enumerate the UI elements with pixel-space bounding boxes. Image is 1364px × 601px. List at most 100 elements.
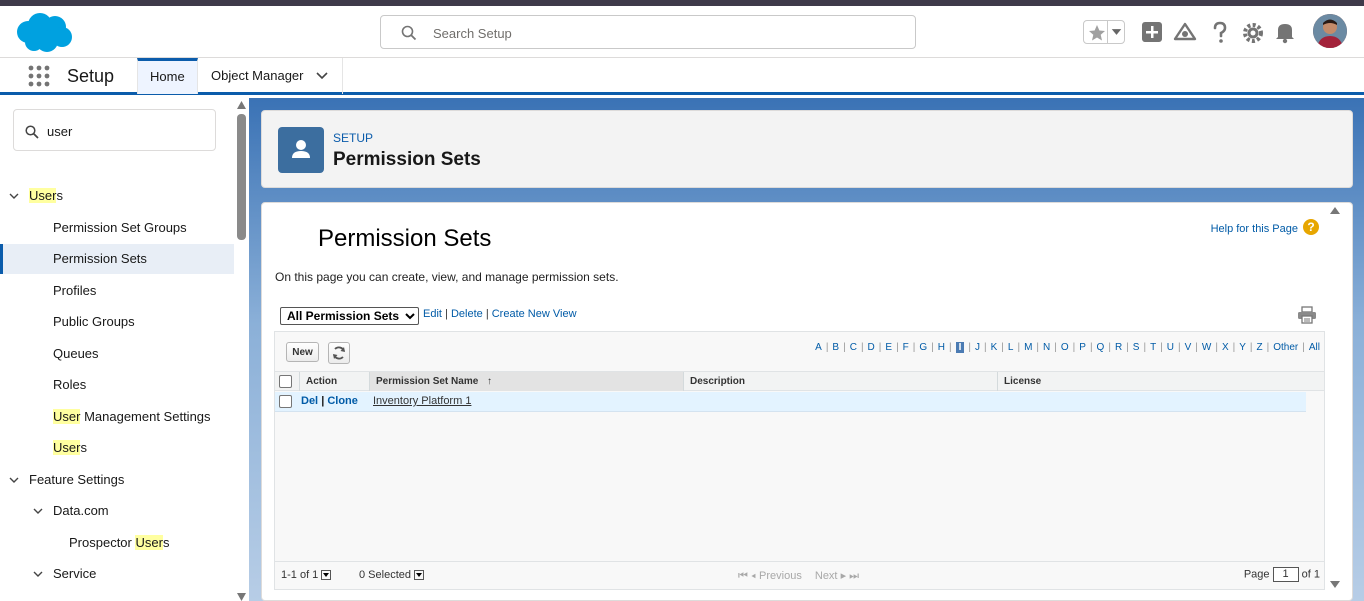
alphabet-letter-n[interactable]: N	[1043, 342, 1050, 353]
sidebar-scrollbar[interactable]	[234, 98, 249, 601]
del-link[interactable]: Del	[301, 395, 318, 407]
content-scroll-down-icon[interactable]	[1330, 581, 1340, 588]
alphabet-letter-o[interactable]: O	[1061, 342, 1069, 353]
record-range[interactable]: 1-1 of 1	[281, 569, 332, 581]
quick-find-input[interactable]: user	[47, 124, 72, 139]
page-number-input[interactable]: 1	[1272, 567, 1299, 582]
chevron-down-icon[interactable]	[33, 569, 43, 579]
chevron-down-icon[interactable]	[316, 72, 328, 80]
first-page-icon[interactable]: ⏮	[738, 570, 748, 582]
alphabet-letter-q[interactable]: Q	[1097, 342, 1105, 353]
trailhead-icon[interactable]	[1172, 19, 1198, 45]
previous-page-link[interactable]: Previous	[759, 570, 802, 582]
app-launcher-icon[interactable]	[28, 65, 50, 87]
alphabet-letter-other[interactable]: Other	[1273, 342, 1298, 353]
alphabet-letter-i[interactable]: I	[955, 342, 965, 353]
next-page-link[interactable]: Next	[815, 570, 838, 582]
alphabet-letter-a[interactable]: A	[815, 342, 822, 353]
quick-find-box[interactable]: user	[13, 109, 216, 151]
alphabet-letter-u[interactable]: U	[1167, 342, 1174, 353]
tree-data-com[interactable]: Data.com	[0, 496, 234, 526]
page-header-eyebrow[interactable]: SETUP	[333, 131, 373, 145]
selected-count[interactable]: 0 Selected	[359, 569, 424, 581]
alphabet-letter-p[interactable]: P	[1079, 342, 1086, 353]
help-icon[interactable]	[1207, 19, 1233, 45]
tree-feature-settings[interactable]: Feature Settings	[0, 465, 234, 495]
column-license[interactable]: License	[997, 372, 1324, 391]
alphabet-letter-f[interactable]: F	[903, 342, 909, 353]
tree-profiles[interactable]: Profiles	[0, 276, 234, 306]
permission-set-name-link[interactable]: Inventory Platform 1	[373, 395, 471, 407]
alphabet-letter-h[interactable]: H	[938, 342, 945, 353]
separator: |	[445, 308, 448, 320]
scrollbar-thumb[interactable]	[237, 114, 246, 240]
refresh-button[interactable]	[328, 342, 350, 364]
tree-roles[interactable]: Roles	[0, 370, 234, 400]
clone-link[interactable]: Clone	[327, 395, 358, 407]
selected-dropdown-icon[interactable]	[413, 570, 424, 581]
column-permission-set-name[interactable]: Permission Set Name ↑	[369, 372, 683, 391]
help-for-this-page-link[interactable]: Help for this Page	[1211, 223, 1298, 235]
user-avatar[interactable]	[1313, 14, 1347, 48]
search-input[interactable]	[431, 23, 891, 43]
alphabet-letter-y[interactable]: Y	[1239, 342, 1246, 353]
notifications-bell-icon[interactable]	[1272, 19, 1298, 45]
tab-home[interactable]: Home	[137, 58, 198, 94]
global-search[interactable]	[380, 15, 916, 49]
alphabet-letter-v[interactable]: V	[1185, 342, 1192, 353]
alphabet-letter-l[interactable]: L	[1008, 342, 1014, 353]
tree-service[interactable]: Service	[0, 559, 234, 589]
add-icon[interactable]	[1139, 19, 1165, 45]
row-checkbox[interactable]	[279, 395, 292, 408]
column-description[interactable]: Description	[683, 372, 997, 391]
alphabet-letter-z[interactable]: Z	[1257, 342, 1263, 353]
next-arrow-icon[interactable]: ▸	[841, 570, 847, 582]
gear-icon[interactable]	[1240, 19, 1266, 45]
tree-public-groups[interactable]: Public Groups	[0, 307, 234, 337]
chevron-down-icon[interactable]	[1107, 21, 1125, 43]
alphabet-letter-b[interactable]: B	[832, 342, 839, 353]
previous-arrow-icon[interactable]: ◂	[751, 570, 756, 582]
alphabet-letter-e[interactable]: E	[885, 342, 892, 353]
new-button[interactable]: New	[286, 342, 319, 362]
create-new-view-link[interactable]: Create New View	[492, 308, 577, 320]
alphabet-letter-w[interactable]: W	[1202, 342, 1211, 353]
delete-view-link[interactable]: Delete	[451, 308, 483, 320]
alphabet-letter-r[interactable]: R	[1115, 342, 1122, 353]
range-dropdown-icon[interactable]	[321, 570, 332, 581]
alphabet-letter-d[interactable]: D	[868, 342, 875, 353]
alphabet-separator: |	[1054, 342, 1057, 353]
favorites-button[interactable]	[1083, 20, 1125, 44]
tree-user-management-settings[interactable]: User Management Settings	[0, 402, 234, 432]
tab-object-manager[interactable]: Object Manager	[199, 58, 343, 94]
salesforce-logo[interactable]	[14, 12, 74, 54]
alphabet-letter-k[interactable]: K	[991, 342, 998, 353]
scroll-down-arrow-icon[interactable]	[237, 593, 246, 601]
alphabet-letter-s[interactable]: S	[1133, 342, 1140, 353]
scroll-up-arrow-icon[interactable]	[237, 101, 246, 109]
alphabet-letter-j[interactable]: J	[975, 342, 980, 353]
last-page-icon[interactable]: ⏭	[849, 570, 859, 582]
help-question-icon[interactable]: ?	[1303, 219, 1319, 235]
tree-prospector-users[interactable]: Prospector Users	[0, 528, 234, 558]
content-scroll-up-icon[interactable]	[1330, 207, 1340, 214]
alphabet-letter-all[interactable]: All	[1309, 342, 1320, 353]
alphabet-letter-t[interactable]: T	[1150, 342, 1156, 353]
view-select[interactable]: All Permission Sets	[280, 307, 419, 325]
printer-icon[interactable]	[1297, 306, 1317, 324]
tree-queues[interactable]: Queues	[0, 339, 234, 369]
tree-permission-sets[interactable]: Permission Sets	[0, 244, 234, 274]
chevron-down-icon[interactable]	[9, 475, 19, 485]
tree-permission-set-groups[interactable]: Permission Set Groups	[0, 213, 234, 243]
edit-view-link[interactable]: Edit	[423, 308, 442, 320]
alphabet-letter-m[interactable]: M	[1024, 342, 1032, 353]
chevron-down-icon[interactable]	[9, 191, 19, 201]
tree-users[interactable]: Users	[0, 181, 234, 211]
chevron-down-icon[interactable]	[33, 506, 43, 516]
select-all-checkbox[interactable]	[279, 375, 292, 388]
alphabet-letter-x[interactable]: X	[1222, 342, 1229, 353]
tree-users-child[interactable]: Users	[0, 433, 234, 463]
alphabet-separator: |	[968, 342, 972, 353]
alphabet-letter-c[interactable]: C	[850, 342, 857, 353]
alphabet-letter-g[interactable]: G	[919, 342, 927, 353]
